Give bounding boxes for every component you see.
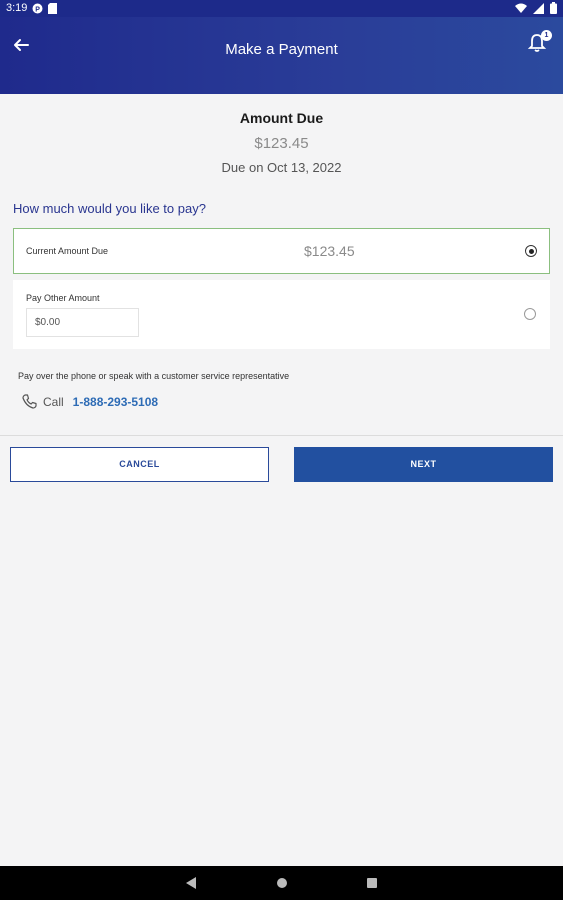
call-label: Call (43, 394, 64, 409)
nav-back-icon[interactable] (186, 877, 196, 889)
system-nav-bar (0, 866, 563, 900)
payment-question: How much would you like to pay? (13, 201, 206, 216)
nav-home-icon[interactable] (277, 878, 287, 888)
other-amount-input[interactable] (26, 308, 139, 337)
divider (0, 435, 563, 436)
current-amount-option[interactable]: Current Amount Due $123.45 (13, 228, 550, 274)
current-amount-label: Current Amount Due (26, 246, 109, 256)
page-title: Make a Payment (225, 41, 338, 58)
phone-icon (22, 394, 37, 409)
svg-text:P: P (35, 6, 40, 13)
cancel-button[interactable]: CANCEL (10, 447, 269, 482)
call-row[interactable]: Call 1-888-293-5108 (22, 394, 158, 409)
phone-number-link[interactable]: 1-888-293-5108 (73, 395, 158, 409)
sim-card-icon (48, 3, 57, 14)
notifications-button[interactable]: 1 (527, 30, 552, 55)
wifi-icon (515, 3, 527, 13)
status-time: 3:19 (6, 2, 28, 14)
other-amount-option[interactable]: Pay Other Amount (13, 280, 550, 349)
app-notification-icon: P (32, 3, 43, 14)
other-amount-label: Pay Other Amount (26, 293, 100, 303)
battery-icon (550, 2, 557, 14)
nav-recents-icon[interactable] (367, 878, 377, 888)
amount-due-title: Amount Due (239, 110, 324, 126)
status-bar: 3:19 P (0, 0, 563, 17)
next-button[interactable]: NEXT (294, 447, 553, 482)
app-bar: Make a Payment 1 (0, 17, 563, 94)
due-date: Due on Oct 13, 2022 (221, 160, 342, 175)
amount-due-summary: Amount Due $123.45 Due on Oct 13, 2022 (0, 110, 563, 175)
notification-badge: 1 (541, 30, 552, 41)
other-amount-radio[interactable] (524, 308, 536, 320)
phone-note: Pay over the phone or speak with a custo… (18, 371, 290, 381)
current-amount-radio[interactable] (525, 245, 537, 257)
signal-icon (533, 2, 544, 14)
current-amount-value: $123.45 (304, 243, 355, 259)
amount-due-value: $123.45 (254, 135, 309, 152)
